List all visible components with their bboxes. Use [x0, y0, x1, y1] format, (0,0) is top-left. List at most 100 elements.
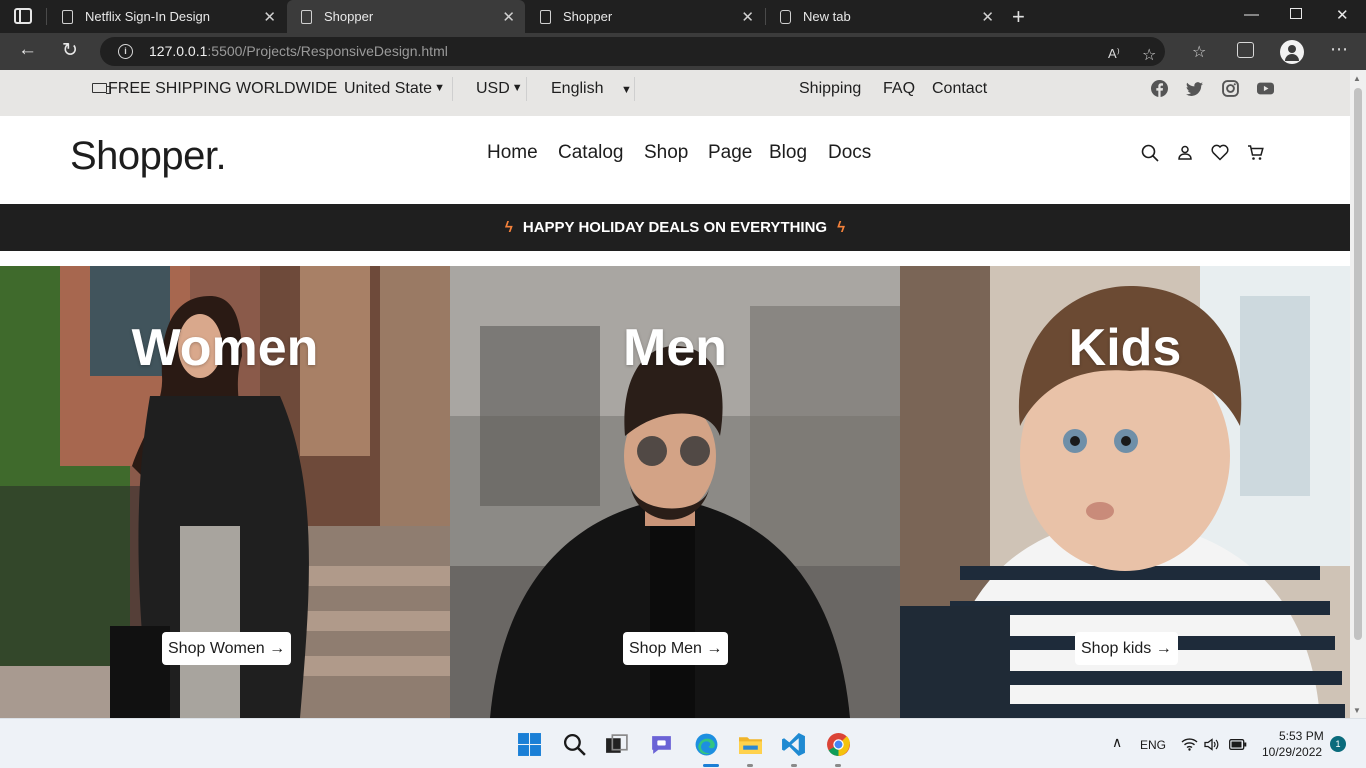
- input-language[interactable]: ENG: [1140, 738, 1166, 752]
- url-path: :5500/Projects/ResponsiveDesign.html: [207, 43, 448, 59]
- teams-chat-icon[interactable]: [649, 732, 674, 757]
- browser-tab-bar: Netflix Sign-In Design ✕ Shopper ✕ Shopp…: [0, 0, 1366, 33]
- profile-avatar-icon[interactable]: [1280, 40, 1304, 64]
- window-close-icon[interactable]: ✕: [1336, 6, 1349, 24]
- category-title: Men: [623, 319, 727, 377]
- page-scrollbar[interactable]: ▲ ▼: [1350, 70, 1366, 718]
- tab-title: Netflix Sign-In Design: [85, 9, 210, 24]
- user-icon[interactable]: [1178, 145, 1192, 160]
- nav-docs[interactable]: Docs: [828, 142, 871, 164]
- shop-women-button[interactable]: Shop Women →: [162, 632, 292, 665]
- new-tab-plus-icon[interactable]: +: [1012, 4, 1025, 30]
- contact-link[interactable]: Contact: [932, 80, 987, 98]
- edge-browser-icon[interactable]: [694, 732, 719, 757]
- scroll-down-arrow-icon[interactable]: ▼: [1353, 706, 1361, 715]
- shipping-link[interactable]: Shipping: [799, 80, 861, 98]
- windows-start-icon[interactable]: [517, 732, 542, 757]
- divider: [526, 77, 527, 101]
- truck-icon: [92, 83, 111, 94]
- faq-link[interactable]: FAQ: [883, 80, 915, 98]
- scroll-up-arrow-icon[interactable]: ▲: [1353, 74, 1361, 83]
- running-app-indicator: [835, 764, 841, 767]
- chevron-down-icon: ▼: [621, 84, 632, 96]
- heart-icon[interactable]: [1211, 144, 1229, 161]
- volume-icon[interactable]: [1204, 738, 1219, 751]
- info-icon[interactable]: i: [118, 44, 133, 59]
- task-view-icon[interactable]: [604, 732, 629, 757]
- favorites-icon[interactable]: ☆: [1192, 42, 1206, 62]
- clock-time[interactable]: 5:53 PM: [1279, 729, 1324, 743]
- shop-kids-button[interactable]: Shop kids →: [1075, 632, 1178, 665]
- new-tab-page-icon: [780, 9, 791, 24]
- tab-title: New tab: [803, 9, 851, 24]
- chrome-icon[interactable]: [826, 732, 851, 757]
- close-tab-icon[interactable]: ✕: [502, 8, 515, 26]
- search-icon[interactable]: [1141, 144, 1159, 162]
- tab-shopper[interactable]: Shopper ✕: [526, 0, 764, 33]
- arrow-right-icon: →: [269, 640, 286, 657]
- nav-shop[interactable]: Shop: [644, 142, 688, 164]
- site-logo[interactable]: Shopper.: [70, 134, 227, 179]
- divider: [452, 77, 453, 101]
- url-field[interactable]: i 127.0.0.1:5500/Projects/ResponsiveDesi…: [100, 37, 1165, 66]
- close-tab-icon[interactable]: ✕: [981, 8, 994, 26]
- category-men[interactable]: Men Shop Men →: [450, 266, 900, 718]
- file-explorer-icon[interactable]: [738, 732, 763, 757]
- nav-catalog[interactable]: Catalog: [558, 142, 624, 164]
- category-title: Women: [131, 319, 319, 377]
- more-menu-icon[interactable]: ⋯: [1330, 39, 1348, 60]
- minimize-icon[interactable]: —: [1244, 6, 1259, 23]
- top-utility-bar: FREE SHIPPING WORLDWIDE United State ▼ US…: [0, 70, 1350, 116]
- add-favorite-icon[interactable]: ☆: [1142, 45, 1156, 65]
- refresh-icon[interactable]: ↻: [62, 39, 78, 62]
- country-select[interactable]: United State ▼: [344, 80, 445, 98]
- browser-address-bar: ← ↻ i 127.0.0.1:5500/Projects/Responsive…: [0, 33, 1366, 70]
- back-arrow-icon[interactable]: ←: [18, 39, 37, 61]
- battery-icon[interactable]: [1229, 739, 1247, 750]
- category-women[interactable]: Women Shop Women →: [0, 266, 450, 718]
- close-tab-icon[interactable]: ✕: [263, 8, 276, 26]
- arrow-right-icon: →: [1155, 640, 1172, 657]
- nav-page[interactable]: Page: [708, 142, 752, 164]
- category-kids[interactable]: Kids Shop kids →: [900, 266, 1350, 718]
- tab-netflix[interactable]: Netflix Sign-In Design ✕: [48, 0, 286, 33]
- promo-banner: ϟ HAPPY HOLIDAY DEALS ON EVERYTHING ϟ: [0, 204, 1350, 251]
- lightning-icon: ϟ: [504, 219, 513, 236]
- vscode-icon[interactable]: [781, 732, 806, 757]
- twitter-icon[interactable]: [1186, 80, 1203, 97]
- language-value: English: [551, 80, 604, 97]
- button-label: Shop Men: [629, 640, 702, 657]
- tab-actions-icon[interactable]: [14, 8, 32, 24]
- currency-select[interactable]: USD ▼: [476, 80, 523, 98]
- clock-date[interactable]: 10/29/2022: [1262, 745, 1322, 759]
- wifi-icon[interactable]: [1181, 738, 1198, 751]
- instagram-icon[interactable]: [1222, 80, 1239, 97]
- nav-home[interactable]: Home: [487, 142, 538, 164]
- arrow-right-icon: →: [706, 640, 723, 657]
- youtube-icon[interactable]: [1257, 80, 1274, 97]
- currency-value: USD: [476, 80, 510, 97]
- close-tab-icon[interactable]: ✕: [741, 8, 754, 26]
- active-app-indicator: [703, 764, 719, 767]
- button-label: Shop Women: [168, 640, 265, 657]
- read-aloud-icon[interactable]: A⁾: [1108, 46, 1120, 62]
- lightning-icon: ϟ: [837, 219, 846, 236]
- facebook-icon[interactable]: [1151, 80, 1168, 97]
- tab-title: Shopper: [324, 9, 374, 24]
- chevron-up-icon[interactable]: ∧: [1112, 734, 1122, 751]
- shop-men-button[interactable]: Shop Men →: [623, 632, 729, 665]
- notification-badge[interactable]: 1: [1330, 736, 1346, 752]
- tab-shopper-active[interactable]: Shopper ✕: [287, 0, 525, 33]
- site-header: Shopper. Home Catalog Shop Page Blog Doc…: [0, 116, 1350, 204]
- tab-new-tab[interactable]: New tab ✕: [766, 0, 1004, 33]
- restore-icon[interactable]: [1290, 8, 1302, 19]
- scrollbar-thumb[interactable]: [1354, 88, 1362, 640]
- language-select[interactable]: English ▼: [551, 80, 632, 98]
- url-text: 127.0.0.1:5500/Projects/ResponsiveDesign…: [149, 43, 448, 59]
- collections-icon[interactable]: [1237, 42, 1254, 58]
- page-icon: [540, 9, 551, 24]
- search-icon[interactable]: [562, 732, 587, 757]
- cart-icon[interactable]: [1247, 144, 1264, 161]
- nav-blog[interactable]: Blog: [769, 142, 807, 164]
- page-icon: [62, 9, 73, 24]
